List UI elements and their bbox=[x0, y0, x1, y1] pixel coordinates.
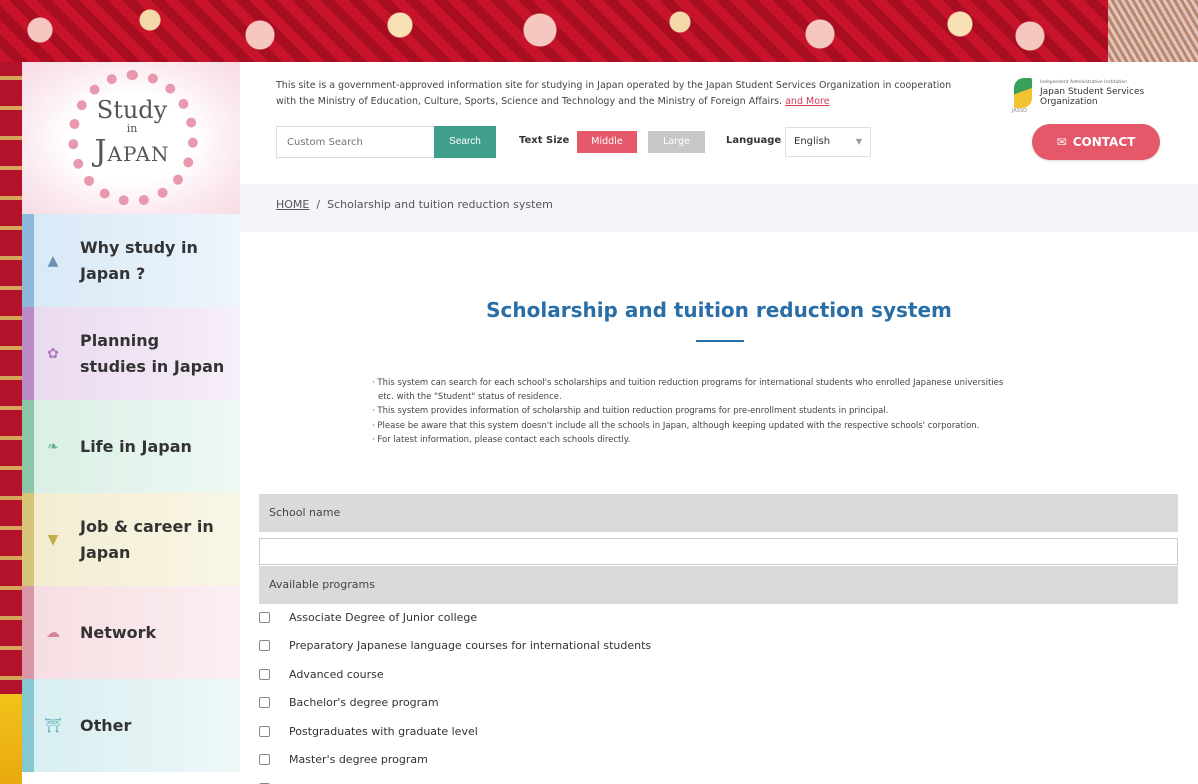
sidebar-stripe bbox=[22, 400, 34, 493]
sidebar: Study in JAPAN ▲ Why study in Japan ? ✿ Pla… bbox=[22, 62, 240, 784]
contact-label: CONTACT bbox=[1072, 135, 1136, 149]
note-item: · This system provides information of sc… bbox=[372, 406, 889, 417]
school-name-input[interactable] bbox=[259, 538, 1178, 565]
school-name-header: School name bbox=[259, 494, 1178, 532]
leaf-icon: ❧ bbox=[47, 438, 59, 455]
sidebar-item-3[interactable]: ▼ Job & career in Japan bbox=[22, 493, 240, 586]
program-option[interactable]: Master's degree program bbox=[259, 746, 1159, 775]
chevron-down-icon: ▼ bbox=[855, 137, 862, 146]
sidebar-item-label: Job & career in Japan bbox=[80, 516, 214, 562]
program-checkbox[interactable] bbox=[259, 668, 270, 680]
study-in-japan-logo[interactable]: Study in JAPAN bbox=[22, 62, 240, 214]
flower-icon: ✿ bbox=[47, 345, 59, 362]
program-option[interactable]: Associate Degree of Junior college bbox=[259, 603, 1159, 632]
sidebar-item-label: Network bbox=[80, 622, 157, 642]
program-checkbox[interactable] bbox=[259, 611, 270, 623]
sidebar-item-4[interactable]: ☁ Network bbox=[22, 586, 240, 679]
text-size-label: Text Size bbox=[519, 135, 570, 146]
notes-list: · This system can search for each school… bbox=[372, 376, 1012, 447]
decorative-frame bbox=[0, 62, 22, 784]
sidebar-nav: ▲ Why study in Japan ? ✿ Planning studies i… bbox=[22, 214, 240, 772]
program-label: Master's degree program bbox=[289, 753, 428, 767]
org-abbr: JASSO bbox=[1012, 108, 1028, 114]
sidebar-item-label: Other bbox=[80, 715, 132, 735]
page-title: Scholarship and tuition reduction system bbox=[486, 298, 952, 322]
sidebar-item-label: Why study in Japan ? bbox=[80, 237, 198, 283]
program-checkbox[interactable] bbox=[259, 697, 270, 709]
sidebar-stripe bbox=[22, 493, 34, 586]
search-input[interactable] bbox=[276, 126, 434, 158]
org-small-label: Independent Administrative Institution bbox=[1040, 80, 1127, 85]
sidebar-item-5[interactable]: ⛩ Other bbox=[22, 679, 240, 772]
main-content: This site is a government-approved infor… bbox=[240, 62, 1198, 784]
sidebar-stripe bbox=[22, 307, 34, 400]
envelope-icon: ✉ bbox=[1056, 135, 1067, 149]
breadcrumb-separator: / bbox=[316, 198, 321, 211]
program-option[interactable]: Preparatory Japanese language courses fo… bbox=[259, 632, 1159, 661]
program-checkbox[interactable] bbox=[259, 640, 270, 652]
program-label: Postgraduates with graduate level bbox=[289, 724, 478, 738]
gate-icon: ⛩ bbox=[44, 717, 62, 734]
sidebar-item-label: Life in Japan bbox=[80, 436, 192, 456]
and-more-link[interactable]: and More bbox=[785, 96, 829, 107]
note-item: · Please be aware that this system doesn… bbox=[372, 420, 980, 431]
shirt-icon: ▼ bbox=[47, 531, 59, 548]
program-checkbox[interactable] bbox=[259, 754, 270, 766]
header: This site is a government-approved infor… bbox=[240, 62, 1198, 184]
lace-pattern bbox=[1108, 0, 1198, 62]
program-label: Preparatory Japanese language courses fo… bbox=[289, 639, 652, 653]
program-option[interactable]: Advanced course bbox=[259, 660, 1159, 689]
jasso-logo[interactable]: Independent Administrative Institution J… bbox=[1012, 76, 1174, 114]
language-label: Language bbox=[726, 135, 782, 146]
search-button[interactable]: Search bbox=[434, 126, 496, 158]
logo-initial: J bbox=[94, 134, 108, 169]
logo-line1: Study bbox=[96, 96, 168, 124]
breadcrumb-home-link[interactable]: HOME bbox=[276, 198, 309, 211]
org-name: Japan Student Services Organization bbox=[1040, 87, 1145, 107]
logo-line3: APAN bbox=[107, 142, 170, 166]
title-underline bbox=[696, 340, 744, 342]
sidebar-stripe bbox=[22, 214, 34, 307]
program-option[interactable]: Postgraduates with graduate level bbox=[259, 717, 1159, 746]
sidebar-item-label: Planning studies in Japan bbox=[80, 330, 225, 376]
program-label: Associate Degree of Junior college bbox=[289, 610, 478, 624]
text-size-middle-button[interactable]: Middle bbox=[577, 131, 637, 153]
contact-button[interactable]: ✉ CONTACT bbox=[1032, 124, 1160, 160]
program-label: Bachelor's degree program bbox=[289, 696, 439, 710]
site-intro: This site is a government-approved infor… bbox=[276, 80, 952, 107]
sidebar-stripe bbox=[22, 679, 34, 772]
cloud-icon: ☁ bbox=[46, 624, 60, 641]
program-label: Advanced course bbox=[289, 667, 384, 681]
program-option[interactable]: Bachelor's degree program bbox=[259, 689, 1159, 718]
sidebar-item-2[interactable]: ❧ Life in Japan bbox=[22, 400, 240, 493]
programs-list: Associate Degree of Junior college Prepar… bbox=[259, 603, 1159, 784]
program-checkbox[interactable] bbox=[259, 725, 270, 737]
available-programs-header: Available programs bbox=[259, 566, 1178, 604]
breadcrumb: HOME / Scholarship and tuition reduction… bbox=[240, 184, 1198, 232]
text-size-large-button[interactable]: Large bbox=[648, 131, 705, 153]
decorative-banner bbox=[0, 0, 1198, 62]
sidebar-item-0[interactable]: ▲ Why study in Japan ? bbox=[22, 214, 240, 307]
jasso-mark-icon bbox=[1014, 78, 1032, 108]
logo-line2: in bbox=[126, 122, 138, 135]
breadcrumb-current: Scholarship and tuition reduction system bbox=[327, 198, 553, 211]
sidebar-stripe bbox=[22, 586, 34, 679]
mount-fuji-icon: ▲ bbox=[47, 252, 59, 269]
note-item: · For latest information, please contact… bbox=[372, 434, 631, 445]
program-option[interactable]: Doctoral degree program bbox=[259, 774, 1159, 784]
note-item: · This system can search for each school… bbox=[372, 378, 1004, 403]
sidebar-item-1[interactable]: ✿ Planning studies in Japan bbox=[22, 307, 240, 400]
language-value: English bbox=[794, 136, 831, 147]
language-select[interactable]: English ▼ bbox=[785, 127, 871, 157]
